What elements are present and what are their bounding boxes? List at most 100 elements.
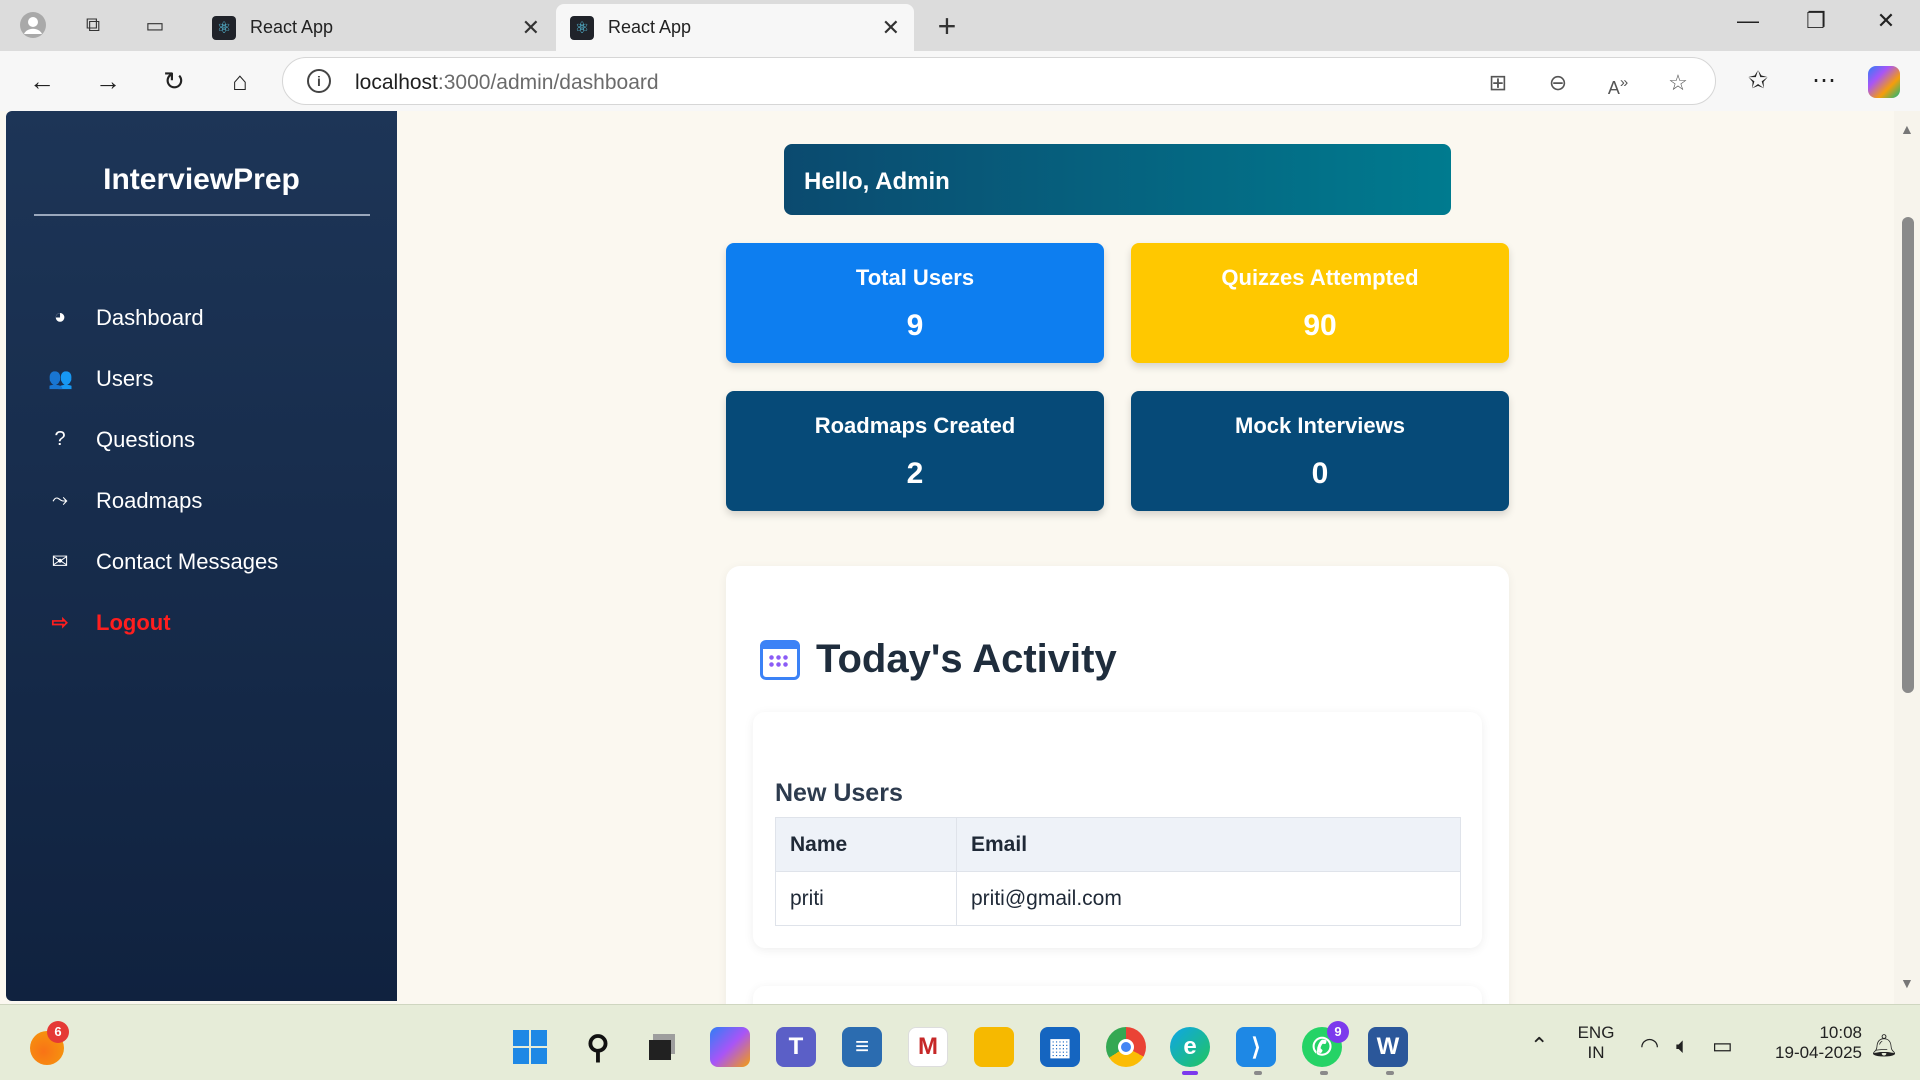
new-users-table: Name Email priti priti@gmail.com <box>775 817 1461 926</box>
browser-tab[interactable]: ⚛ React App ✕ <box>198 4 554 51</box>
question-circle-icon: ? <box>54 428 66 450</box>
region-code: IN <box>1587 1043 1605 1062</box>
volume-icon[interactable]: 🔈︎ <box>1676 1033 1689 1059</box>
site-info-icon[interactable]: i <box>307 69 331 93</box>
task-view-icon[interactable] <box>642 1027 682 1067</box>
running-indicator <box>1320 1071 1328 1075</box>
vscode-icon[interactable]: ⟩ <box>1236 1027 1276 1067</box>
sidebar-item-label: Users <box>96 365 154 391</box>
scroll-up-icon[interactable]: ▲ <box>1900 121 1914 137</box>
search-icon[interactable]: ⚲ <box>578 1027 618 1067</box>
page-viewport: InterviewPrep ◕ Dashboard 👥 Users ? Ques… <box>0 111 1920 1004</box>
sidebar-item-label: Logout <box>96 609 171 635</box>
sidebar-item-questions[interactable]: ? Questions <box>6 409 397 470</box>
stat-card-roadmaps-created: Roadmaps Created 2 <box>726 391 1104 511</box>
running-indicator <box>1182 1071 1198 1075</box>
sidebar-item-roadmaps[interactable]: ⤳ Roadmaps <box>6 470 397 531</box>
zoom-out-icon[interactable]: ⊖ <box>1543 68 1573 98</box>
refresh-icon[interactable]: ↻ <box>154 63 194 99</box>
table-cell-name: priti <box>775 871 957 926</box>
read-aloud-icon[interactable]: A» <box>1603 68 1633 98</box>
activity-title: Today's Activity <box>816 637 1117 681</box>
sidebar-item-users[interactable]: 👥 Users <box>6 348 397 409</box>
stat-card-quizzes-attempted: Quizzes Attempted 90 <box>1131 243 1509 363</box>
stat-card-total-users: Total Users 9 <box>726 243 1104 363</box>
sidebar-item-contact-messages[interactable]: ✉ Contact Messages <box>6 531 397 592</box>
chrome-icon[interactable] <box>1106 1027 1146 1067</box>
home-icon[interactable]: ⌂ <box>220 63 260 99</box>
vertical-tabs-icon[interactable]: ▭ <box>140 10 170 40</box>
url-host: localhost <box>355 71 438 94</box>
sidebar-item-label: Dashboard <box>96 304 204 330</box>
table-row: priti priti@gmail.com <box>775 871 1461 926</box>
language-indicator[interactable]: ENG IN <box>1576 1023 1616 1063</box>
back-icon[interactable]: ← <box>22 63 62 99</box>
url-path: :3000/admin/dashboard <box>437 71 659 94</box>
table-header-row: Name Email <box>775 817 1461 872</box>
favorite-star-icon[interactable]: ☆ <box>1663 68 1693 98</box>
battery-icon[interactable]: ▭ <box>1712 1033 1733 1059</box>
next-activity-card <box>753 986 1482 1004</box>
sidebar: InterviewPrep ◕ Dashboard 👥 Users ? Ques… <box>6 111 397 1001</box>
chevron-up-icon[interactable]: ⌃ <box>1530 1033 1548 1059</box>
browser-tab-active[interactable]: ⚛ React App ✕ <box>556 4 914 51</box>
scroll-down-icon[interactable]: ▼ <box>1900 975 1914 991</box>
table-cell-email: priti@gmail.com <box>956 871 1461 926</box>
sidebar-menu: ◕ Dashboard 👥 Users ? Questions ⤳ Roadma… <box>6 287 397 653</box>
wifi-icon[interactable]: ◠ <box>1640 1033 1659 1059</box>
stat-label: Mock Interviews <box>1235 413 1405 438</box>
word-icon[interactable]: W <box>1368 1027 1408 1067</box>
copilot-icon[interactable] <box>1868 66 1900 98</box>
main-content: Hello, Admin Total Users 9 Quizzes Attem… <box>397 111 1894 1004</box>
clock[interactable]: 10:08 19-04-2025 <box>1756 1023 1862 1063</box>
envelope-icon: ✉ <box>51 551 69 573</box>
new-users-card: New Users Name Email priti priti@gmail.c… <box>753 712 1482 948</box>
stat-value: 9 <box>906 309 924 342</box>
tab-close-icon[interactable]: ✕ <box>522 15 540 41</box>
teams-icon[interactable]: T <box>776 1027 816 1067</box>
notification-badge: 6 <box>47 1021 69 1043</box>
notifications-icon[interactable]: 🔔︎ <box>1870 1033 1898 1059</box>
route-icon: ⤳ <box>52 489 68 511</box>
tab-close-icon[interactable]: ✕ <box>882 15 900 41</box>
react-favicon-icon: ⚛ <box>570 15 594 40</box>
react-favicon-icon: ⚛ <box>212 15 236 40</box>
sidebar-item-logout[interactable]: ⇨ Logout <box>6 592 397 653</box>
windows-start-icon[interactable] <box>510 1027 550 1067</box>
address-bar[interactable]: i localhost:3000/admin/dashboard ⊞ ⊖ A» … <box>282 57 1716 105</box>
new-users-title: New Users <box>775 779 903 807</box>
new-tab-icon[interactable]: + <box>930 8 964 45</box>
app-available-icon[interactable]: ⊞ <box>1483 68 1513 98</box>
stat-value: 0 <box>1311 457 1329 490</box>
brand-title[interactable]: InterviewPrep <box>34 163 369 197</box>
activity-header: Today's Activity <box>760 637 1117 682</box>
microsoft-store-icon[interactable]: ▦ <box>1040 1027 1080 1067</box>
page-scrollbar[interactable]: ▲ ▼ <box>1894 111 1920 1004</box>
workspaces-icon[interactable]: ⧉ <box>78 10 108 40</box>
restore-icon[interactable]: ❐ <box>1796 8 1836 34</box>
sidebar-item-dashboard[interactable]: ◕ Dashboard <box>6 287 397 348</box>
url-text[interactable]: localhost:3000/admin/dashboard <box>355 71 659 95</box>
brand-divider <box>34 214 370 216</box>
profile-icon[interactable] <box>18 10 48 40</box>
windows-taskbar: 6 ⚲ T ≡ M ▦ e ⟩ ✆ 9 W ⌃ ENG IN ◠ 🔈︎ ▭ 10… <box>0 1004 1920 1080</box>
browser-title-bar: ⧉ ▭ ⚛ React App ✕ ⚛ React App ✕ + — ❐ ✕ <box>0 0 1920 51</box>
clock-date: 19-04-2025 <box>1775 1043 1862 1062</box>
copilot-app-icon[interactable] <box>710 1027 750 1067</box>
sign-out-icon: ⇨ <box>51 612 69 634</box>
window-close-icon[interactable]: ✕ <box>1866 8 1906 34</box>
minimize-icon[interactable]: — <box>1728 8 1768 34</box>
scrollbar-thumb[interactable] <box>1902 217 1914 693</box>
mcafee-icon[interactable]: M <box>908 1027 948 1067</box>
forward-icon[interactable]: → <box>88 63 128 99</box>
file-explorer-icon[interactable] <box>974 1027 1014 1067</box>
notepad-icon[interactable]: ≡ <box>842 1027 882 1067</box>
language-code: ENG <box>1577 1023 1615 1042</box>
edge-icon[interactable]: e <box>1170 1027 1210 1067</box>
calendar-icon <box>760 639 800 680</box>
favorites-icon[interactable]: ✩ <box>1740 63 1776 99</box>
running-indicator <box>1254 1071 1262 1075</box>
more-options-icon[interactable]: ⋯ <box>1806 63 1842 99</box>
tab-title: React App <box>608 17 692 37</box>
whatsapp-badge: 9 <box>1327 1021 1349 1043</box>
